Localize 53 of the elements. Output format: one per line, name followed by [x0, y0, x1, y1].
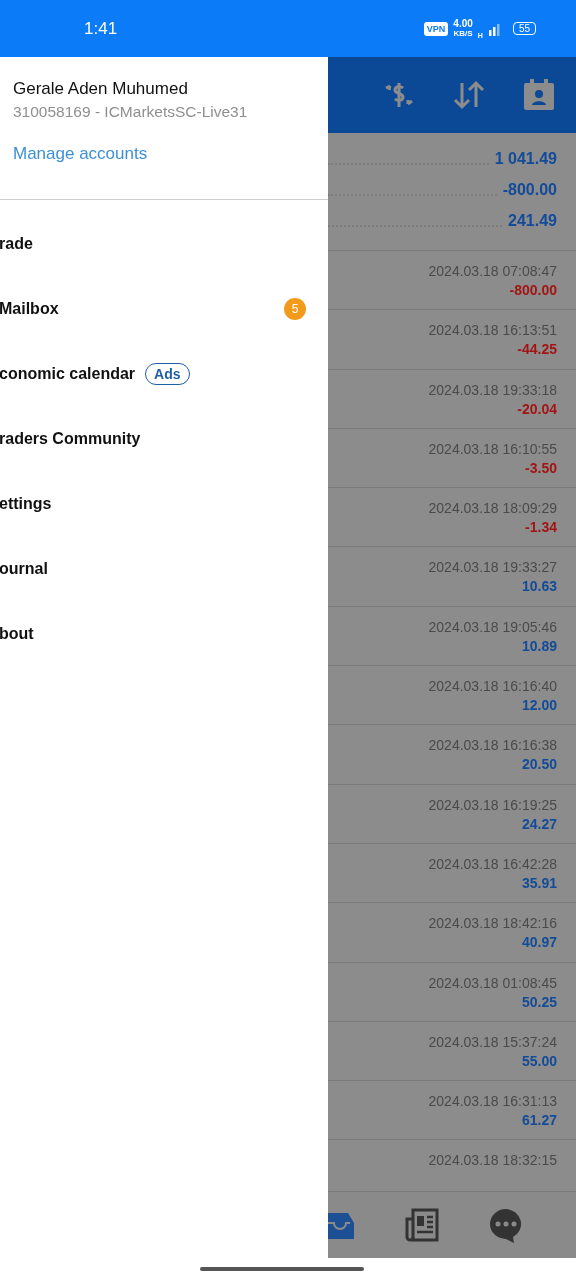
- contact-card-icon[interactable]: [521, 77, 557, 113]
- deal-time: 2024.03.18 16:19:25: [428, 796, 557, 813]
- deal-profit: 10.89: [521, 637, 557, 654]
- deal-time: 2024.03.18 18:42:16: [428, 915, 557, 932]
- deal-time: 2024.03.18 07:08:47: [428, 263, 557, 279]
- deal-time: 2024.03.18 18:09:29: [428, 500, 557, 517]
- deal-time: 2024.03.18 15:37:24: [428, 1033, 557, 1050]
- deal-time: 2024.03.18 16:10:55: [428, 440, 557, 457]
- deal-time: 2024.03.18 16:13:51: [428, 322, 557, 339]
- summary-value: -800.00: [502, 180, 557, 199]
- account-number: 310058169 - ICMarketsSC-Live31: [13, 103, 249, 121]
- deal-time: 2024.03.18 19:05:46: [428, 618, 557, 635]
- deal-time: 2024.03.18 19:33:18: [428, 381, 557, 398]
- deal-profit: 40.97: [521, 934, 557, 951]
- deal-time: 2024.03.18 01:08:45: [428, 974, 557, 991]
- deal-profit: 50.25: [521, 993, 557, 1010]
- deal-profit: 35.91: [521, 874, 557, 891]
- deal-profit: 55.00: [521, 1052, 557, 1069]
- deal-time: 2024.03.18 16:42:28: [428, 855, 557, 872]
- deal-profit: 61.27: [521, 1112, 557, 1129]
- deal-time: 2024.03.18 16:16:40: [428, 678, 557, 695]
- menu-item[interactable]: conomic calendar: [0, 364, 136, 383]
- deal-time: 2024.03.18 19:33:27: [428, 559, 557, 576]
- deal-profit: 24.27: [521, 815, 557, 832]
- deal-profit: -44.25: [517, 341, 557, 358]
- summary-value: 1 041.49: [494, 149, 557, 168]
- account-name: Gerale Aden Muhumed: [13, 79, 189, 99]
- deal-profit: -1.34: [525, 519, 557, 536]
- deal-profit: 20.50: [521, 756, 557, 773]
- network-speed: 4.00 KB/S: [453, 19, 473, 38]
- deal-time: 2024.03.18 16:31:13: [428, 1093, 557, 1110]
- deal-time: 2024.03.18 16:16:38: [428, 737, 557, 754]
- vpn-badge: VPN: [423, 21, 449, 36]
- menu-item[interactable]: raders Community: [0, 429, 141, 448]
- manage-accounts-link[interactable]: Manage accounts: [13, 144, 315, 164]
- battery-indicator: 55: [512, 22, 536, 35]
- menu-item[interactable]: rade: [0, 234, 33, 253]
- clock: 1:41: [84, 18, 118, 39]
- menu-item[interactable]: ettings: [0, 494, 52, 513]
- menu-item[interactable]: ournal: [0, 559, 48, 578]
- deal-profit: -3.50: [525, 459, 557, 476]
- menu-item[interactable]: Mailbox: [0, 299, 59, 318]
- chat-icon[interactable]: [488, 1207, 524, 1243]
- summary-value: 241.49: [508, 211, 557, 230]
- deal-profit: 12.00: [521, 697, 557, 714]
- newspaper-icon[interactable]: [404, 1207, 440, 1243]
- count-badge: 5: [284, 297, 306, 320]
- deal-time: 2024.03.18 18:32:15: [428, 1152, 557, 1169]
- deal-profit: 10.63: [521, 578, 557, 595]
- menu-item[interactable]: bout: [0, 624, 34, 643]
- deal-profit: -800.00: [509, 282, 557, 298]
- signal-icon: [487, 21, 502, 36]
- deal-profit: -20.04: [517, 400, 557, 417]
